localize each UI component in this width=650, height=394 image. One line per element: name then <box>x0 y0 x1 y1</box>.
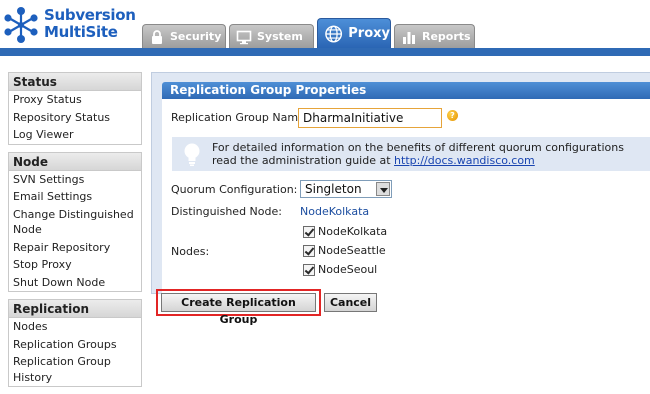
sidebar-group-node: Node SVN Settings Email Settings Change … <box>8 151 142 292</box>
node-name-kolkata: NodeKolkata <box>318 225 388 238</box>
sidebar-item-stop-proxy[interactable]: Stop Proxy <box>9 256 141 274</box>
sidebar: Status Proxy Status Repository Status Lo… <box>8 72 142 394</box>
sidebar-item-repair-repository[interactable]: Repair Repository <box>9 239 141 257</box>
tab-reports[interactable]: Reports <box>394 24 475 48</box>
sidebar-heading-node: Node <box>9 152 141 171</box>
create-replication-group-button[interactable]: Create Replication Group <box>161 293 316 326</box>
info-line-2-prefix: read the administration guide at <box>212 154 395 167</box>
node-checkbox-row: NodeSeoul <box>303 263 377 276</box>
node-checkbox-seoul[interactable] <box>303 263 315 276</box>
info-text: For detailed information on the benefits… <box>212 141 624 167</box>
header: Subversion MultiSite Security System Pro… <box>0 0 650 48</box>
sidebar-group-replication: Replication Nodes Replication Groups Rep… <box>8 299 142 387</box>
replication-group-panel: Replication Group Properties Replication… <box>151 72 650 295</box>
node-checkbox-row: NodeSeattle <box>303 244 386 257</box>
group-name-input[interactable] <box>298 108 442 128</box>
sidebar-item-svn-settings[interactable]: SVN Settings <box>9 171 141 189</box>
lock-icon <box>152 29 162 44</box>
logo-network-icon <box>4 7 38 43</box>
node-name-seattle: NodeSeattle <box>318 244 386 257</box>
sidebar-heading-replication: Replication <box>9 300 141 318</box>
panel-body: Replication Group Name: ? For detailed i… <box>162 99 650 295</box>
sidebar-item-change-distinguished-node[interactable]: Change Distinguished Node <box>9 206 141 239</box>
info-box: For detailed information on the benefits… <box>172 137 650 171</box>
sidebar-item-replication-group-history[interactable]: Replication Group History <box>9 353 141 386</box>
nodes-label: Nodes: <box>171 245 210 258</box>
sidebar-item-nodes[interactable]: Nodes <box>9 318 141 336</box>
monitor-icon <box>236 30 252 44</box>
globe-icon <box>325 25 343 42</box>
lightbulb-icon <box>184 143 200 166</box>
distinguished-node-value: NodeKolkata <box>300 205 370 218</box>
distinguished-node-label: Distinguished Node: <box>171 205 282 218</box>
sidebar-item-shut-down-node[interactable]: Shut Down Node <box>9 274 141 292</box>
header-divider-bar <box>0 48 650 56</box>
sidebar-group-status: Status Proxy Status Repository Status Lo… <box>8 72 142 145</box>
help-icon[interactable]: ? <box>447 110 458 121</box>
tab-system[interactable]: System <box>229 24 314 48</box>
panel-title: Replication Group Properties <box>162 82 650 99</box>
logo-text: Subversion MultiSite <box>44 7 136 41</box>
info-line-1: For detailed information on the benefits… <box>212 141 624 154</box>
node-checkbox-seattle[interactable] <box>303 244 315 257</box>
docs-link[interactable]: http://docs.wandisco.com <box>394 154 535 167</box>
tab-proxy[interactable]: Proxy <box>317 18 391 48</box>
sidebar-item-proxy-status[interactable]: Proxy Status <box>9 91 141 109</box>
sidebar-heading-status: Status <box>9 73 141 91</box>
tab-reports-label: Reports <box>422 30 471 43</box>
logo[interactable]: Subversion MultiSite <box>4 4 139 46</box>
quorum-selected-value: Singleton <box>305 182 362 196</box>
node-name-seoul: NodeSeoul <box>318 263 378 276</box>
bar-chart-icon <box>403 31 415 44</box>
sidebar-item-log-viewer[interactable]: Log Viewer <box>9 126 141 144</box>
main-tabs: Security System Proxy Reports <box>142 0 650 48</box>
sidebar-item-replication-groups[interactable]: Replication Groups <box>9 336 141 354</box>
cancel-button[interactable]: Cancel <box>324 293 377 312</box>
info-line-2: read the administration guide at http://… <box>212 154 624 167</box>
quorum-select[interactable]: Singleton <box>300 180 392 198</box>
sidebar-item-email-settings[interactable]: Email Settings <box>9 188 141 206</box>
group-name-label: Replication Group Name: <box>171 111 309 124</box>
chevron-down-icon[interactable] <box>376 182 390 196</box>
sidebar-item-repository-status[interactable]: Repository Status <box>9 109 141 127</box>
tab-system-label: System <box>257 30 303 43</box>
logo-line-1: Subversion <box>44 6 136 24</box>
quorum-label: Quorum Configuration: <box>171 183 298 196</box>
tab-security[interactable]: Security <box>142 24 226 48</box>
node-checkbox-kolkata[interactable] <box>303 225 315 238</box>
tab-security-label: Security <box>170 30 222 43</box>
tab-proxy-label: Proxy <box>348 26 390 41</box>
node-checkbox-row: NodeKolkata <box>303 225 387 238</box>
logo-line-2: MultiSite <box>44 23 118 41</box>
